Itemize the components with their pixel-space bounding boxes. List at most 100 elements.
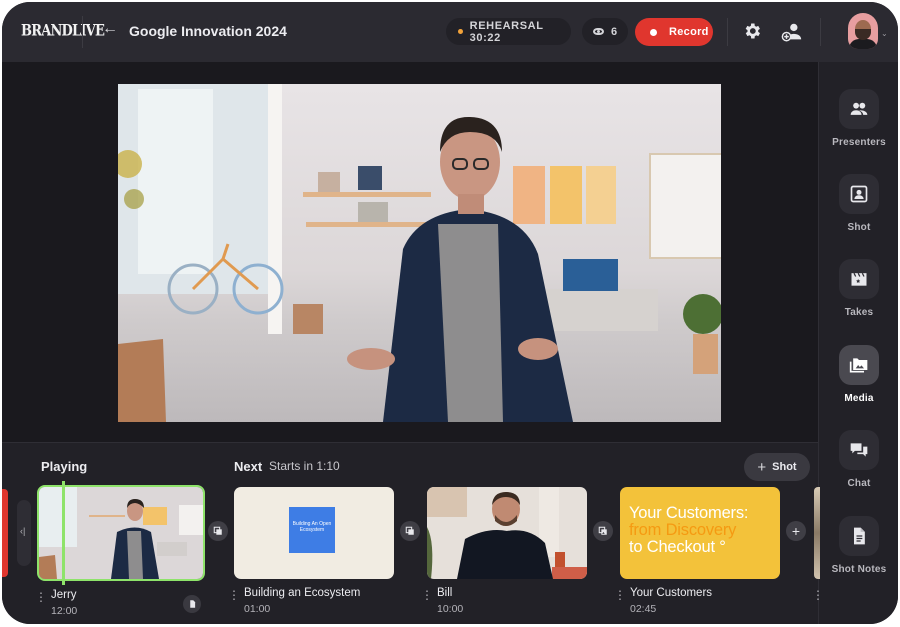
viewer-count-badge: 6 (582, 18, 628, 45)
sidebar-item-shot-notes[interactable]: Shot Notes (819, 516, 898, 575)
record-dot-icon (650, 28, 657, 36)
transition-button[interactable] (208, 521, 228, 541)
shot-thumbnail[interactable] (427, 487, 587, 579)
user-avatar[interactable] (848, 13, 878, 49)
sidebar-label: Takes (844, 307, 874, 318)
shot-name: Building an Ecosystem (244, 587, 361, 599)
sidebar-button[interactable] (839, 345, 879, 385)
more-vertical-icon[interactable]: ⋮ (614, 589, 626, 601)
avatar-body (849, 39, 877, 49)
sidebar-item-presenters[interactable]: Presenters (819, 89, 898, 148)
copy-layers-icon (213, 526, 222, 535)
shot-timeline: Playing Next Starts in 1:10 + Shot ‹| ⋮ … (2, 442, 824, 624)
program-video[interactable] (118, 84, 721, 422)
shot-duration: 02:45 (630, 603, 657, 615)
shot-meta: ⋮ Bill 10:00 (421, 587, 587, 619)
add-transition-button[interactable]: + (786, 521, 806, 541)
record-button[interactable]: Record (635, 18, 713, 46)
divider (82, 16, 83, 48)
sidebar-label: Shot (847, 222, 871, 233)
shot-frame-icon (850, 185, 868, 203)
shot-card[interactable]: ⋮ Jerry 12:00 (35, 485, 205, 621)
shot-duration: 12:00 (51, 605, 78, 617)
more-vertical-icon[interactable]: ⋮ (35, 591, 47, 603)
document-icon (854, 527, 865, 545)
divider (727, 18, 728, 46)
shot-card[interactable]: ⋮ Bill 10:00 (421, 487, 587, 619)
shot-name: Your Customers (630, 587, 713, 599)
presenter-thumbnail (427, 487, 587, 579)
program-stage (2, 62, 818, 442)
event-title: Google Innovation 2024 (129, 23, 287, 39)
shot-meta: ⋮ Your Customers 02:45 (614, 587, 780, 619)
people-icon (850, 102, 868, 115)
sidebar-label: Media (844, 393, 874, 404)
sidebar-label: Presenters (832, 137, 886, 148)
document-icon (189, 600, 195, 608)
copy-layers-icon (405, 526, 414, 535)
add-user-icon[interactable] (781, 21, 803, 43)
shot-thumbnail-partial[interactable] (814, 487, 820, 579)
rehearsal-timer: REHEARSAL 30:22 (469, 19, 544, 44)
status-dot-icon (458, 29, 463, 34)
image-layers-icon (598, 526, 607, 535)
shot-card[interactable]: Building An Open Ecosystem ⋮ Building an… (228, 487, 394, 619)
gear-icon[interactable] (742, 21, 762, 41)
sidebar-item-chat[interactable]: Chat (819, 430, 898, 489)
playhead[interactable] (62, 481, 65, 585)
presenter-video-frame (118, 84, 721, 422)
next-heading: Next (234, 459, 263, 474)
plus-icon: + (791, 523, 801, 539)
add-shot-button[interactable]: + Shot (744, 453, 810, 481)
chevron-left-icon: ‹| (20, 526, 26, 536)
transition-button[interactable] (400, 521, 420, 541)
slide-line: Your Customers: (629, 504, 749, 522)
shot-duration: 10:00 (437, 603, 464, 615)
chat-bubbles-icon (850, 443, 868, 457)
sidebar-button[interactable] (839, 516, 879, 556)
sidebar-button[interactable] (839, 174, 879, 214)
viewer-count: 6 (611, 25, 618, 38)
shot-thumbnail[interactable]: Building An Open Ecosystem (234, 487, 394, 579)
sidebar-button[interactable] (839, 430, 879, 470)
slide-line: from Discovery (629, 521, 737, 539)
sidebar-button[interactable] (839, 89, 879, 129)
shot-name: Jerry (51, 589, 77, 601)
more-vertical-icon[interactable]: ⋮ (421, 589, 433, 601)
divider (820, 18, 821, 46)
top-bar: BRANDLIVE ← Google Innovation 2024 REHEA… (2, 2, 898, 62)
more-vertical-icon[interactable]: ⋮ (812, 589, 824, 601)
shot-notes-button[interactable] (183, 595, 201, 613)
slide-line: to Checkout ° (629, 538, 726, 556)
next-countdown: Starts in 1:10 (269, 459, 340, 473)
transition-button[interactable] (593, 521, 613, 541)
rehearsal-status-badge: REHEARSAL 30:22 (446, 18, 571, 45)
sidebar-item-takes[interactable]: Takes (819, 259, 898, 318)
slide-title: Building An Open Ecosystem (289, 507, 335, 553)
add-shot-label: Shot (772, 461, 797, 473)
sidebar-button[interactable] (839, 259, 879, 299)
eye-icon (593, 28, 604, 35)
chevron-down-icon[interactable]: ⌄ (881, 29, 888, 38)
sidebar-label: Chat (847, 478, 871, 489)
more-vertical-icon[interactable]: ⋮ (228, 589, 240, 601)
clapperboard-icon (851, 272, 867, 286)
record-label: Record (669, 26, 709, 38)
plus-icon: + (757, 458, 767, 476)
shot-thumbnail[interactable]: Your Customers: from Discovery to Checko… (620, 487, 780, 579)
playing-heading: Playing (41, 459, 88, 474)
arrow-left-icon[interactable]: ← (102, 21, 118, 37)
live-indicator (2, 489, 8, 577)
media-folder-icon (849, 358, 868, 373)
right-sidebar: Presenters Shot Takes Media Chat Shot No… (818, 62, 898, 624)
shot-meta: ⋮ Jerry 12:00 (35, 589, 201, 621)
shot-card[interactable]: Your Customers: from Discovery to Checko… (614, 487, 780, 619)
sidebar-label: Shot Notes (831, 564, 887, 575)
collapse-timeline-handle[interactable]: ‹| (17, 500, 31, 566)
studio-app: BRANDLIVE ← Google Innovation 2024 REHEA… (2, 2, 898, 624)
shot-duration: 01:00 (244, 603, 271, 615)
sidebar-item-media[interactable]: Media (819, 345, 898, 404)
brand-logo: BRANDLIVE (21, 22, 105, 41)
sidebar-item-shot[interactable]: Shot (819, 174, 898, 233)
shot-name: Bill (437, 587, 453, 599)
